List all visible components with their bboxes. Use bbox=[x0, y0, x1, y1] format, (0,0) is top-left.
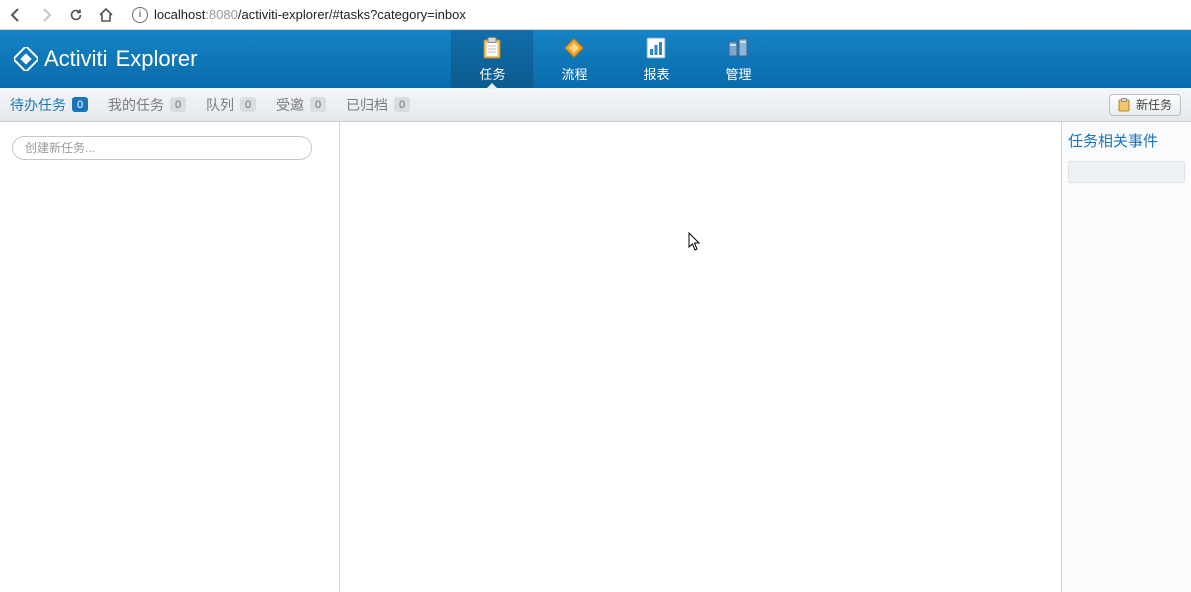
sub-tab-invited-label: 受邀 bbox=[276, 95, 304, 115]
new-task-button[interactable]: 新任务 bbox=[1109, 94, 1181, 116]
brand-logo-icon bbox=[14, 47, 38, 71]
brand[interactable]: Activiti Explorer bbox=[0, 30, 211, 88]
new-task-button-label: 新任务 bbox=[1136, 96, 1172, 113]
top-nav-manage[interactable]: 管理 bbox=[697, 30, 779, 88]
top-nav-process[interactable]: 流程 bbox=[533, 30, 615, 88]
sub-tab-queue[interactable]: 队列 0 bbox=[206, 95, 256, 115]
app-header: Activiti Explorer 任务 流程 报表 管理 bbox=[0, 30, 1191, 88]
forward-button[interactable] bbox=[36, 5, 56, 25]
top-nav-reports-label: 报表 bbox=[643, 64, 669, 83]
sub-tab-archived-label: 已归档 bbox=[346, 95, 388, 115]
cursor-icon bbox=[688, 232, 702, 252]
sub-tab-queue-badge: 0 bbox=[240, 97, 256, 112]
sub-tab-mytasks[interactable]: 我的任务 0 bbox=[108, 95, 186, 115]
site-info-icon[interactable]: i bbox=[132, 7, 148, 23]
new-task-icon bbox=[1118, 98, 1130, 112]
top-nav-reports[interactable]: 报表 bbox=[615, 30, 697, 88]
sub-toolbar: 待办任务 0 我的任务 0 队列 0 受邀 0 已归档 0 新任务 bbox=[0, 88, 1191, 122]
sub-tab-invited[interactable]: 受邀 0 bbox=[276, 95, 326, 115]
reload-button[interactable] bbox=[66, 5, 86, 25]
sub-tab-queue-label: 队列 bbox=[206, 95, 234, 115]
left-panel bbox=[0, 122, 340, 592]
sub-tab-mytasks-badge: 0 bbox=[170, 97, 186, 112]
chart-icon bbox=[644, 36, 668, 60]
center-panel bbox=[340, 122, 1061, 592]
sub-tab-inbox-badge: 0 bbox=[72, 97, 88, 112]
sub-tab-invited-badge: 0 bbox=[310, 97, 326, 112]
sub-tab-archived[interactable]: 已归档 0 bbox=[346, 95, 410, 115]
top-nav-tasks-label: 任务 bbox=[479, 64, 505, 83]
workspace: 任务相关事件 bbox=[0, 122, 1191, 592]
url-host: localhost bbox=[154, 7, 205, 22]
sub-tab-inbox-label: 待办任务 bbox=[10, 95, 66, 115]
back-button[interactable] bbox=[6, 5, 26, 25]
sub-tab-inbox[interactable]: 待办任务 0 bbox=[10, 95, 88, 115]
right-panel-title: 任务相关事件 bbox=[1068, 130, 1185, 151]
create-task-input[interactable] bbox=[12, 136, 312, 160]
top-nav-manage-label: 管理 bbox=[725, 64, 751, 83]
right-panel-slot bbox=[1068, 161, 1185, 183]
top-nav-tasks[interactable]: 任务 bbox=[451, 30, 533, 88]
browser-chrome: i localhost:8080/activiti-explorer/#task… bbox=[0, 0, 1191, 30]
brand-text-1: Activiti bbox=[44, 46, 108, 72]
sub-tab-mytasks-label: 我的任务 bbox=[108, 95, 164, 115]
right-panel: 任务相关事件 bbox=[1061, 122, 1191, 592]
top-nav-process-label: 流程 bbox=[561, 64, 587, 83]
brand-text-2: Explorer bbox=[116, 46, 198, 72]
url-text: localhost:8080/activiti-explorer/#tasks?… bbox=[154, 7, 466, 22]
url-path: /activiti-explorer/#tasks?category=inbox bbox=[238, 7, 466, 22]
sub-tab-archived-badge: 0 bbox=[394, 97, 410, 112]
servers-icon bbox=[726, 36, 750, 60]
url-port: :8080 bbox=[205, 7, 238, 22]
url-bar[interactable]: i localhost:8080/activiti-explorer/#task… bbox=[126, 4, 1185, 26]
clipboard-icon bbox=[480, 36, 504, 60]
top-nav: 任务 流程 报表 管理 bbox=[451, 30, 779, 88]
diamond-icon bbox=[562, 36, 586, 60]
home-button[interactable] bbox=[96, 5, 116, 25]
